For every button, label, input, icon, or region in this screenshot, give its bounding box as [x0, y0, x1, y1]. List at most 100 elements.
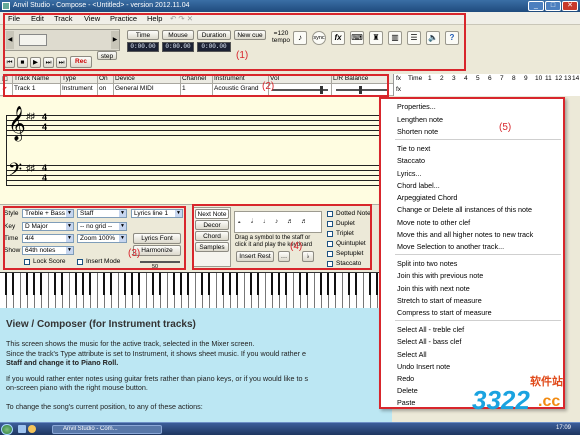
balance-thumb[interactable] — [359, 86, 362, 94]
whole-note-icon[interactable]: 𝅝 — [238, 212, 242, 232]
style-select[interactable]: Treble + Bass ▼ — [22, 209, 74, 218]
menu-item-properties[interactable]: Properties... — [397, 102, 436, 111]
piano-white-key[interactable] — [63, 273, 70, 309]
tab-samples[interactable]: Samples — [195, 242, 229, 252]
menu-edit[interactable]: Edit — [31, 14, 44, 23]
menu-item-other-clef[interactable]: Move note to other clef — [397, 218, 470, 227]
piano-white-key[interactable] — [357, 273, 364, 309]
step-button[interactable]: step — [97, 51, 117, 60]
menu-file[interactable]: File — [8, 14, 20, 23]
fader-icon[interactable]: ☰ — [407, 31, 421, 45]
scroll-left-icon[interactable]: ◀ — [6, 31, 14, 49]
record-button[interactable]: Rec — [70, 56, 92, 68]
time-signature-select[interactable]: 4/4 ▼ — [22, 234, 74, 243]
menu-item-shorten[interactable]: Shorten note — [397, 127, 438, 136]
piano-icon[interactable]: ▥ — [388, 31, 402, 45]
septuplet-checkbox[interactable] — [327, 251, 333, 257]
zoom-select[interactable]: Zoom 100% ▼ — [77, 234, 127, 243]
taskbar-app-button[interactable]: Anvil Studio - Com... — [52, 425, 162, 434]
menu-item-chord-label[interactable]: Chord label... — [397, 181, 440, 190]
menu-item-redo[interactable]: Redo — [397, 374, 414, 383]
track-on-cell[interactable]: on — [99, 85, 106, 92]
timeline-ruler[interactable]: fx fx Time 1 2 3 4 5 6 7 8 9 10 11 12 13… — [393, 74, 580, 96]
piano-white-key[interactable] — [140, 273, 147, 309]
piano-white-key[interactable] — [161, 273, 168, 309]
piano-white-key[interactable] — [308, 273, 315, 309]
piano-white-key[interactable] — [259, 273, 266, 309]
sync-icon[interactable]: sync — [312, 31, 326, 45]
menu-item-stretch[interactable]: Stretch to start of measure — [397, 296, 482, 305]
piano-white-key[interactable] — [238, 273, 245, 309]
menu-item-undo[interactable]: Undo Insert note — [397, 362, 450, 371]
balance-slider[interactable] — [336, 89, 388, 91]
desktop-icon[interactable] — [18, 425, 26, 433]
insert-mode-checkbox[interactable] — [77, 259, 83, 265]
menu-help[interactable]: Help — [147, 14, 162, 23]
piano-white-key[interactable] — [189, 273, 196, 309]
menu-item-staccato[interactable]: Staccato — [397, 156, 425, 165]
speaker-icon[interactable]: 🔈 — [426, 31, 440, 45]
volume-thumb[interactable] — [320, 86, 323, 94]
track-check-icon[interactable]: ✔ — [2, 85, 7, 93]
rewind-button[interactable]: ⏮ — [4, 57, 15, 68]
quarter-note-icon[interactable]: ♩ — [263, 212, 271, 232]
slider-thumb[interactable] — [19, 34, 47, 46]
track-instrument-cell[interactable]: Acoustic Grand — [214, 85, 258, 92]
lyrics-font-button[interactable]: Lyrics Font — [133, 233, 181, 244]
staccato-checkbox[interactable] — [327, 261, 333, 267]
maximize-button[interactable]: □ — [545, 1, 561, 11]
lyrics-select[interactable]: Lyrics line 1 ▼ — [131, 209, 183, 218]
keyboard-icon[interactable]: ⌨ — [350, 31, 364, 45]
menu-item-tie[interactable]: Tie to next — [397, 144, 430, 153]
minimize-button[interactable]: _ — [528, 1, 544, 11]
piano-white-key[interactable] — [91, 273, 98, 309]
undo-icon[interactable]: ↶ ↷ ✕ — [170, 14, 193, 23]
piano-white-key[interactable] — [336, 273, 343, 309]
end-button[interactable]: ⏭ — [56, 57, 67, 68]
menu-item-compress[interactable]: Compress to start of measure — [397, 308, 492, 317]
duration-button[interactable]: Duration — [197, 30, 231, 40]
piano-keyboard[interactable] — [0, 272, 392, 309]
sixteenth-note-icon[interactable]: ♬ — [287, 212, 295, 232]
piano-white-key[interactable] — [112, 273, 119, 309]
track-name-cell[interactable]: Track 1 — [14, 85, 35, 92]
track-type-cell[interactable]: Instrument — [62, 85, 93, 92]
position-slider[interactable]: ◀ ▶ — [4, 29, 120, 51]
duplet-checkbox[interactable] — [327, 221, 333, 227]
eighth-note-icon[interactable]: ♪ — [275, 212, 279, 232]
menu-item-change-delete[interactable]: Change or Delete all instances of this n… — [397, 205, 532, 214]
menu-item-select-treble[interactable]: Select All - treble clef — [397, 325, 464, 334]
tab-next-note[interactable]: Next Note — [195, 209, 229, 219]
menu-item-join-next[interactable]: Join this with next note — [397, 284, 470, 293]
harmonize-slider[interactable] — [140, 261, 180, 263]
menu-item-move-selection[interactable]: Move Selection to another track... — [397, 242, 504, 251]
lock-score-checkbox[interactable] — [24, 259, 30, 265]
scroll-right-icon[interactable]: ▶ — [111, 31, 119, 49]
thirtysecond-note-icon[interactable]: ♬ — [301, 212, 309, 232]
menu-item-select-bass[interactable]: Select All - bass clef — [397, 337, 461, 346]
forward-button[interactable]: ⏭ — [43, 57, 54, 68]
show-select[interactable]: 64th notes ▼ — [22, 246, 74, 255]
grid-select[interactable]: -- no grid -- ▼ — [77, 222, 127, 231]
half-note-icon[interactable]: 𝅗𝅥 — [251, 212, 254, 232]
help-icon[interactable]: ? — [445, 31, 459, 45]
menu-practice[interactable]: Practice — [110, 14, 137, 23]
rest-symbol-button[interactable]: ♭ — [302, 251, 314, 262]
mouse-button[interactable]: Mouse — [162, 30, 194, 40]
menu-item-arpeggiated[interactable]: Arpeggiated Chord — [397, 193, 457, 202]
key-select[interactable]: D Major ▼ — [22, 222, 74, 231]
metronome-icon[interactable]: ♪ — [293, 31, 307, 45]
close-button[interactable]: ✕ — [562, 1, 578, 11]
rest-options-button[interactable]: … — [278, 251, 290, 262]
menu-track[interactable]: Track — [54, 14, 72, 23]
note-palette[interactable]: 𝅝 𝅗𝅥 ♩ ♪ ♬ ♬ — [234, 211, 322, 233]
staff-area[interactable]: 𝄞 ♯♯ 44 𝄢 ♯♯ 44 — [0, 97, 392, 204]
new-cue-button[interactable]: New cue — [234, 30, 266, 40]
start-button[interactable] — [1, 424, 13, 435]
piano-white-key[interactable] — [210, 273, 217, 309]
staff-select[interactable]: Staff ▼ — [77, 209, 127, 218]
piano-white-key[interactable] — [287, 273, 294, 309]
piano-white-key[interactable] — [14, 273, 21, 309]
menu-item-lengthen[interactable]: Lengthen note — [397, 115, 443, 124]
track-channel-cell[interactable]: 1 — [182, 85, 186, 92]
